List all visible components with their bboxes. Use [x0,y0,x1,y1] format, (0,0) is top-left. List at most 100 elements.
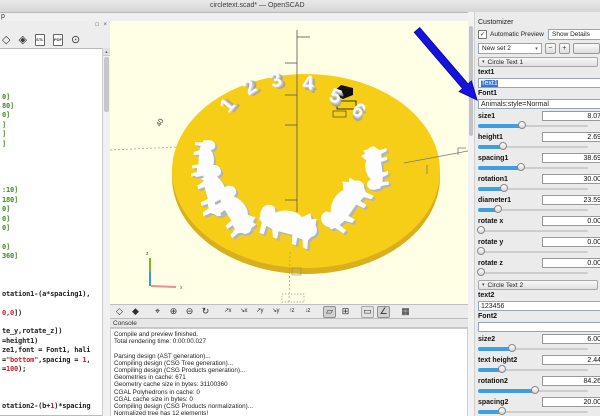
axis-z-label: z [146,251,149,257]
param-value-rotation1[interactable]: 30.00 [542,174,600,184]
render-cube-icon[interactable]: ◈ [18,34,26,46]
param-value-size2[interactable]: 6.00 [542,334,600,344]
console-log[interactable]: Compile and preview finished. Total rende… [110,328,468,416]
param-value-size1[interactable]: 8.07 [542,111,600,121]
param-slider-rotate-z[interactable] [477,268,588,277]
view-front-icon[interactable]: ↑z [285,306,298,318]
param-slider-text-height2[interactable] [478,365,588,374]
orthogonal-icon[interactable]: ⊞ [339,306,352,318]
slider-knob[interactable] [493,205,502,213]
show-details-dropdown[interactable]: Show Details [548,29,600,40]
section-header-circle-text-2[interactable]: ▾ Circle Text 2 [478,280,598,290]
preset-add-button[interactable]: + [558,43,570,54]
zoom-in-icon[interactable]: ⊕ [167,306,180,318]
param-value-rotate-y[interactable]: 0.00 [542,237,600,247]
param-slider-rotation1[interactable] [478,184,588,193]
console-line: Compiling design (CSG Tree generation)..… [114,359,233,367]
slider-knob[interactable] [477,226,486,234]
close-icon[interactable]: × [103,22,107,28]
param-value-rotation2[interactable]: 84.26 [542,376,600,386]
menu-help-clipped[interactable]: p [1,13,5,20]
scrollbar-thumb[interactable] [103,57,109,112]
view-left-icon[interactable]: ↘y [269,306,282,318]
check-validity-icon[interactable]: ⊙ [71,34,80,46]
zoom-out-icon[interactable]: ⊖ [183,306,196,318]
scale-markers-icon[interactable]: ▦ [399,306,412,318]
param-value-spacing1[interactable]: 38.69 [542,153,600,163]
param-input-text2[interactable]: 123456 [478,301,600,311]
undock-icon[interactable]: □ [95,22,99,28]
code-line: 360] [2,252,19,261]
chevron-down-icon: ▾ [482,282,485,288]
param-slider-height1[interactable] [478,142,588,151]
code-line: ] [2,139,7,148]
param-slider-spacing1[interactable] [478,163,588,172]
preview-cube-icon[interactable]: ◇ [2,34,10,46]
reset-view-icon[interactable]: ↻ [199,306,212,318]
preset-save-button[interactable] [572,43,600,54]
console-line: Compile and preview finished. [114,331,199,338]
param-value-spacing2[interactable]: 20.00 [542,397,600,407]
console-line: Parsing design (AST generation)... [114,352,211,360]
param-slider-size1[interactable] [478,121,588,130]
slider-knob[interactable] [516,163,525,171]
param-slider-rotate-y[interactable] [477,247,588,256]
slider-knob[interactable] [498,407,507,415]
param-slider-rotate-x[interactable] [477,226,588,235]
preset-remove-button[interactable]: − [544,43,556,54]
console-line: CGAL cache size in bytes: 0 [114,395,193,403]
zoom-all-icon[interactable]: ⌖ [151,306,164,318]
param-value-diameter1[interactable]: 23.59 [542,195,600,205]
slider-knob[interactable] [508,344,517,352]
slider-fill [478,166,521,170]
slider-knob[interactable] [518,121,526,129]
slider-knob[interactable] [477,268,486,276]
chevron-down-icon: ▾ [535,45,538,52]
slider-knob[interactable] [499,142,508,150]
slider-knob[interactable] [498,365,507,373]
slider-track [478,230,588,232]
code-line: =height1) [2,336,39,345]
param-slider-size2[interactable] [478,344,588,353]
view-back-icon[interactable]: ↓z [301,306,314,318]
code-line: 0] [2,224,11,233]
render-icon[interactable]: ◆ [129,306,142,318]
param-slider-spacing2[interactable] [478,407,588,416]
code-line: :10] [2,186,19,195]
param-label-size2: size2 [478,335,496,343]
perspective-icon[interactable]: ▱ [323,305,336,318]
view-bottom-icon[interactable]: ↗y [253,306,266,318]
slider-knob[interactable] [477,247,486,255]
param-input-text1[interactable]: Text1 [478,78,600,88]
param-input-font1[interactable]: Animals:style=Normal [478,99,600,109]
measure-angle-icon[interactable]: ∠ [377,305,390,318]
section-header-circle-text-1[interactable]: ▾ Circle Text 1 [478,57,598,67]
param-value-rotate-x[interactable]: 0.00 [542,216,600,226]
editor-scrollbar[interactable]: ▲ [102,48,110,416]
export-pdf-icon[interactable]: PDF [52,34,63,46]
param-value-height1[interactable]: 2.69 [542,132,600,142]
slider-knob[interactable] [531,386,540,394]
param-value-rotate-z[interactable]: 0.00 [542,258,600,268]
view-right-icon[interactable]: ↗x [221,306,234,318]
dimension-label: 40 [156,118,166,128]
editor-code[interactable]: 0] 80] 0]]]] :10] 180] 0] 0] 0] 0] 360] otation… [0,48,103,416]
slider-knob[interactable] [500,184,509,192]
scroll-up-icon[interactable]: ▲ [103,48,110,56]
param-input-font2[interactable] [478,322,600,332]
param-slider-diameter1[interactable] [478,205,588,214]
view-top-icon[interactable]: ↘x [237,306,250,318]
export-stl-icon[interactable]: STL [34,34,45,46]
render-preview-icon[interactable]: ◇ [113,306,126,318]
param-slider-rotation2[interactable] [478,386,588,395]
param-value-text-height2[interactable]: 2.44 [542,355,600,365]
measure-distance-icon[interactable]: ▭ [361,305,374,318]
